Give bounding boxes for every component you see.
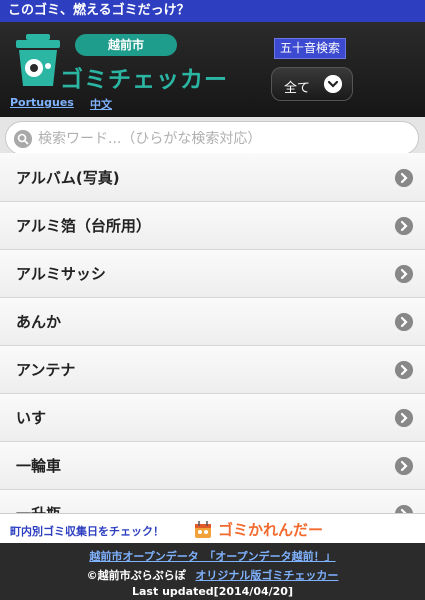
tagline-bar: このゴミ、燃えるゴミだっけ？ — [0, 0, 425, 22]
arrow-right-icon — [395, 457, 413, 475]
arrow-right-icon — [395, 217, 413, 235]
kana-search-button[interactable]: 五十音検索 — [274, 38, 347, 59]
list-item[interactable]: 一升瓶 — [0, 490, 425, 513]
arrow-right-icon — [395, 169, 413, 187]
language-link-chinese[interactable]: 中文 — [90, 96, 112, 112]
city-badge: 越前市 — [75, 34, 177, 56]
list-item[interactable]: アルミサッシ — [0, 250, 425, 298]
search-icon — [14, 130, 32, 148]
calendar-app-banner[interactable]: 町内別ゴミ収集日をチェック！ ゴミかれんだー — [0, 513, 425, 544]
arrow-right-icon — [395, 409, 413, 427]
list-item[interactable]: 一輪車 — [0, 442, 425, 490]
language-link-portugues[interactable]: Portugues — [10, 96, 74, 109]
app-title: ゴミチェッカー — [60, 67, 228, 93]
list-item-label: アンテナ — [16, 361, 76, 379]
trash-can-logo-icon — [16, 34, 60, 86]
category-filter-label: 全て — [284, 81, 311, 96]
list-item[interactable]: アンテナ — [0, 346, 425, 394]
header: 越前市 ゴミチェッカー 五十音検索 全て Portugues 中文 — [0, 22, 425, 117]
list-item[interactable]: アルバム(写真) — [0, 153, 425, 202]
open-data-link[interactable]: 越前市オープンデータ 「オープンデータ越前！」 — [89, 550, 335, 563]
chevron-down-icon — [324, 75, 342, 93]
list-item-label: あんか — [16, 313, 62, 331]
arrow-right-icon — [395, 505, 413, 513]
search-box — [5, 121, 419, 155]
tagline-text: このゴミ、燃えるゴミだっけ？ — [8, 3, 190, 18]
arrow-right-icon — [395, 313, 413, 331]
list-item[interactable]: アルミ箔（台所用） — [0, 202, 425, 250]
category-filter-select[interactable]: 全て — [271, 67, 353, 101]
list-item-label: アルミサッシ — [16, 265, 106, 283]
footer: 越前市オープンデータ 「オープンデータ越前！」 ©越前市ぷらぷらぽ オリジナル版… — [0, 543, 425, 600]
list-item[interactable]: あんか — [0, 298, 425, 346]
arrow-right-icon — [395, 361, 413, 379]
list-item-label: アルバム(写真) — [16, 169, 120, 187]
banner-text: 町内別ゴミ収集日をチェック！ — [10, 525, 164, 538]
garbage-item-list: アルバム(写真) アルミ箔（台所用） アルミサッシ あんか アンテナ いす 一輪… — [0, 153, 425, 513]
calendar-app-icon — [195, 521, 211, 538]
list-item-label: いす — [16, 409, 47, 427]
list-item-label: 一升瓶 — [16, 503, 61, 513]
search-input[interactable] — [36, 126, 410, 152]
copyright-text: ©越前市ぷらぷらぽ — [86, 569, 186, 582]
list-item-label: 一輪車 — [16, 457, 62, 475]
banner-app-name: ゴミかれんだー — [218, 521, 324, 539]
list-item[interactable]: いす — [0, 394, 425, 442]
arrow-right-icon — [395, 265, 413, 283]
list-item-label: アルミ箔（台所用） — [16, 217, 151, 235]
last-updated-text: Last updated[2014/04/20] — [132, 585, 293, 598]
original-app-link[interactable]: オリジナル版ゴミチェッカー — [195, 569, 338, 582]
